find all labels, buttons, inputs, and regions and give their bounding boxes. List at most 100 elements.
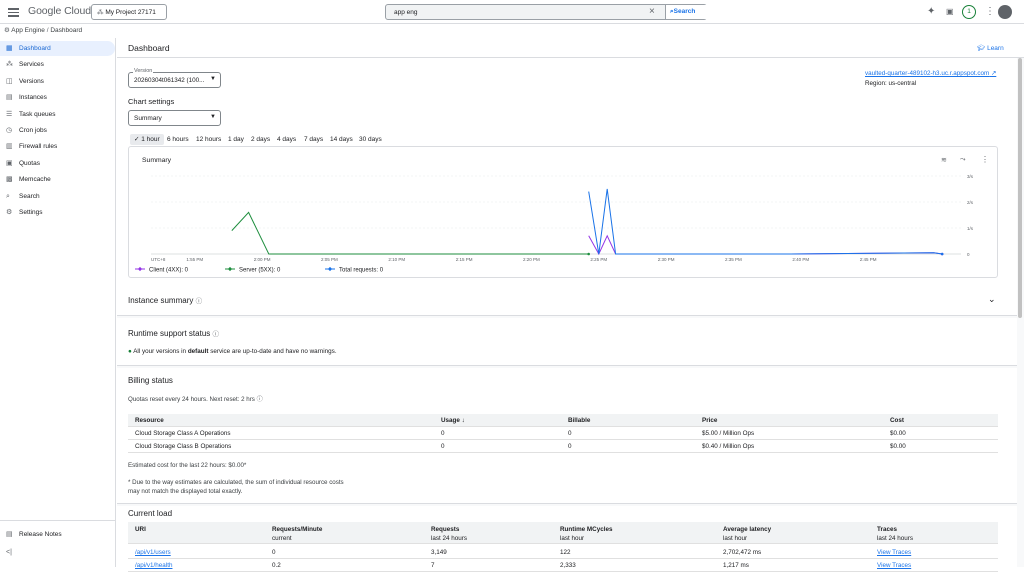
search-button[interactable]: ⌕Search: [665, 5, 707, 19]
search-input[interactable]: app eng: [394, 9, 418, 16]
range-14-days[interactable]: 14 days: [330, 134, 353, 145]
y-tick-label: 2/s: [967, 200, 974, 205]
sidebar-item-services[interactable]: ⁂ Services: [0, 57, 115, 72]
search-icon: ⌕: [6, 193, 10, 200]
breadcrumb-product[interactable]: App Engine: [11, 27, 45, 34]
series-end-point: [587, 252, 590, 256]
menu-icon[interactable]: [8, 6, 19, 18]
clear-search-icon[interactable]: ×: [649, 6, 655, 17]
sidebar-item-label: Versions: [19, 78, 44, 85]
region-text: Region: us-central: [865, 80, 917, 87]
search-bar[interactable]: app eng × ⌕Search: [385, 4, 707, 20]
learn-link[interactable]: 🎓︎ Learn: [977, 44, 1004, 52]
column-header: Resource: [135, 417, 164, 424]
column-header: Traces: [877, 526, 897, 533]
range-2-days[interactable]: 2 days: [251, 134, 270, 145]
help-icon[interactable]: ⓘ: [196, 298, 203, 305]
learn-label: Learn: [987, 45, 1004, 52]
avatar[interactable]: [998, 5, 1012, 19]
instance-summary-title: Instance summary ⓘ: [128, 295, 202, 305]
table-cell: 3,149: [431, 549, 447, 556]
sidebar-item-cron-jobs[interactable]: ◷ Cron jobs: [0, 123, 115, 138]
project-name: My Project 27171: [105, 9, 156, 16]
sidebar-item-label: Instances: [19, 94, 47, 101]
sidebar-item-instances[interactable]: ▤ Instances: [0, 90, 115, 105]
page-scrollbar[interactable]: [1018, 58, 1022, 318]
column-header: Requests/Minute: [272, 526, 323, 533]
services-icon: ⁂: [6, 61, 13, 68]
breadcrumb-page: Dashboard: [50, 27, 83, 34]
sidebar-item-quotas[interactable]: ▣ Quotas: [0, 156, 115, 171]
x-tick-label: 1:55 PM: [186, 257, 203, 262]
y-tick-label: 1/s: [967, 226, 974, 231]
sidebar-item-search[interactable]: ⌕ Search: [0, 189, 115, 204]
range-1-hour[interactable]: ✓ 1 hour: [130, 134, 164, 145]
summary-chart: 3/s 2/s 1/s 0 UTC+8 1:55 PM 2:00 PM 2:05 PM 2:10…: [135, 174, 974, 274]
gemini-sparkle-icon[interactable]: ✦: [927, 6, 935, 17]
sidebar-divider: [0, 520, 115, 521]
sidebar-item-dashboard[interactable]: ▦ Dashboard: [0, 41, 115, 56]
x-tick-label: 2:30 PM: [658, 257, 675, 262]
view-traces-link[interactable]: View Traces: [877, 546, 911, 559]
sidebar-item-label: Search: [19, 193, 40, 200]
version-select[interactable]: 20260304t061342 (100... ▼: [128, 72, 221, 88]
sidebar-item-label: Firewall rules: [19, 143, 58, 150]
billing-title: Billing status: [128, 376, 173, 385]
table-cell: 0: [272, 549, 276, 556]
expand-icon[interactable]: ⌄: [988, 294, 996, 305]
uri-link[interactable]: /api/v1/health: [135, 559, 172, 572]
google-cloud-logo[interactable]: Google Cloud: [28, 5, 91, 17]
task-queues-icon: ☰: [6, 111, 13, 118]
collapse-sidebar-icon[interactable]: <|: [6, 549, 12, 556]
versions-icon: ◫: [6, 78, 13, 85]
sidebar-item-settings[interactable]: ⚙ Settings: [0, 205, 115, 220]
table-cell: 7: [431, 562, 435, 569]
y-tick-label: 0: [967, 252, 970, 257]
help-icon[interactable]: ⓘ: [213, 331, 220, 338]
app-url: vaulted-quarter-489102-h3.uc.r.appspot.c…: [865, 70, 990, 77]
table-row: Cloud Storage Class A Operations 0 0 $5.…: [128, 427, 998, 440]
column-header: Cost: [890, 417, 904, 424]
sidebar-item-release-notes[interactable]: ▤ Release Notes: [0, 527, 115, 542]
range-30-days[interactable]: 30 days: [359, 134, 382, 145]
legend-label: Client (4XX): 0: [149, 268, 189, 274]
terminal-icon[interactable]: ▣: [946, 7, 954, 16]
range-7-days[interactable]: 7 days: [304, 134, 323, 145]
column-header-usage[interactable]: Usage ↓: [441, 414, 465, 427]
table-cell: 0: [568, 430, 572, 437]
summary-chart-card: Summary ≋ ⤳ ⋮ 3/s 2/s 1/s 0 UTC+8 1:55 PM 2:00…: [128, 146, 998, 278]
table-cell: $0.00: [890, 430, 906, 437]
view-traces-link[interactable]: View Traces: [877, 559, 911, 572]
quota-note: Quotas reset every 24 hours. Next reset:…: [128, 394, 263, 403]
range-4-days[interactable]: 4 days: [277, 134, 296, 145]
chart-type-select[interactable]: Summary ▼: [128, 110, 221, 126]
sidebar-item-label: Quotas: [19, 160, 40, 167]
app-url-link[interactable]: vaulted-quarter-489102-h3.uc.r.appspot.c…: [865, 70, 996, 77]
x-tick-label: 2:35 PM: [725, 257, 742, 262]
estimated-cost: Estimated cost for the last 22 hours: $0…: [128, 462, 247, 469]
range-12-hours[interactable]: 12 hours: [196, 134, 221, 145]
sidebar-item-versions[interactable]: ◫ Versions: [0, 74, 115, 89]
settings-icon: ⚙: [6, 209, 13, 216]
top-bar: Google Cloud ⁂ My Project 27171 app eng …: [0, 0, 1024, 24]
column-header: Requests: [431, 526, 460, 533]
page-header: Dashboard 🎓︎ Learn: [117, 38, 1024, 58]
uri-link[interactable]: /api/v1/users: [135, 546, 171, 559]
instance-summary-panel[interactable]: Instance summary ⓘ ⌄: [117, 286, 1017, 316]
notifications-badge[interactable]: 1: [962, 5, 976, 19]
sidebar-item-task-queues[interactable]: ☰ Task queues: [0, 107, 115, 122]
table-cell: 0: [441, 443, 445, 450]
search-button-label: Search: [673, 8, 696, 15]
series-line: [588, 188, 943, 255]
column-header: Average latency: [723, 526, 772, 533]
project-picker[interactable]: ⁂ My Project 27171: [91, 4, 167, 20]
sidebar-item-firewall-rules[interactable]: ▥ Firewall rules: [0, 139, 115, 154]
help-icon[interactable]: ⓘ: [257, 396, 263, 403]
dropdown-arrow-icon: ▼: [210, 114, 216, 120]
table-row: /api/v1/users 0 3,149 122 2,702,472 ms V…: [128, 546, 998, 559]
range-6-hours[interactable]: 6 hours: [167, 134, 189, 145]
sidebar-item-memcache[interactable]: ▩ Memcache: [0, 172, 115, 187]
range-1-day[interactable]: 1 day: [228, 134, 244, 145]
more-vert-icon[interactable]: ⋮: [985, 6, 995, 17]
sidebar-item-label: Memcache: [19, 176, 51, 183]
